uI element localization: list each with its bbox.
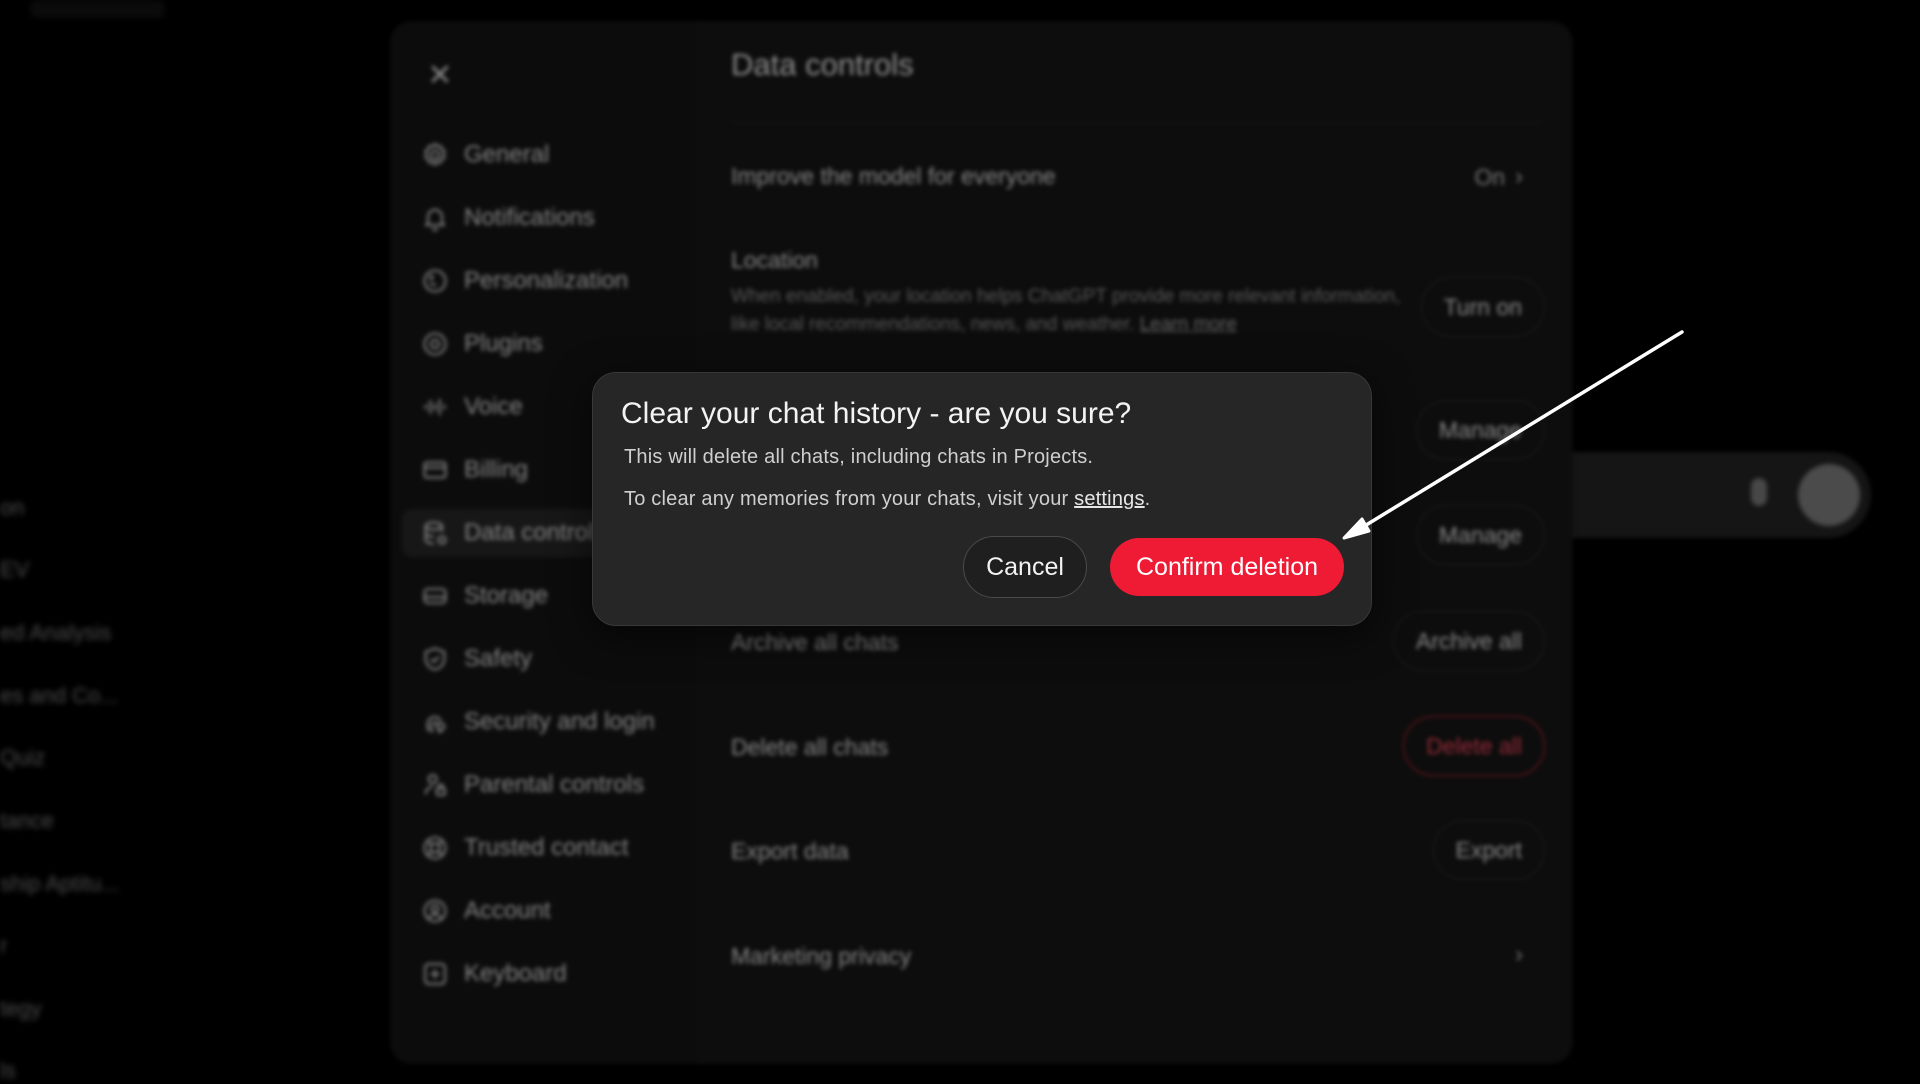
improve-model-toggle[interactable]: On ›: [1474, 163, 1523, 191]
credit-card-icon: [420, 455, 450, 485]
chevron-right-icon: ›: [1515, 163, 1523, 190]
location-label: Location: [731, 247, 818, 273]
panel-title: Data controls: [731, 47, 914, 82]
modal-memory-note: To clear any memories from your chats, v…: [624, 488, 1150, 511]
settings-link[interactable]: settings: [1074, 488, 1145, 510]
nav-item-label: Trusted contact: [464, 834, 629, 861]
voice-mode-button[interactable]: [1798, 464, 1860, 526]
confirm-deletion-button[interactable]: Confirm deletion: [1110, 538, 1344, 596]
marketing-privacy-row[interactable]: ›: [1515, 941, 1523, 969]
history-item[interactable]: tegy: [0, 996, 42, 1022]
modal-description: This will delete all chats, including ch…: [624, 446, 1094, 468]
chevron-right-icon: ›: [1515, 941, 1523, 968]
nav-item-label: Voice: [464, 393, 523, 420]
nav-item-label: Account: [464, 897, 551, 924]
nav-item-label: Personalization: [464, 267, 629, 294]
improve-model-value: On: [1474, 163, 1505, 190]
nav-item-parental-controls[interactable]: Parental controls: [402, 761, 686, 809]
history-item[interactable]: tance: [0, 808, 54, 834]
fingerprint-icon: [420, 707, 450, 737]
learn-more-link[interactable]: Learn more: [1140, 314, 1237, 335]
modal-title: Clear your chat history - are you sure?: [621, 397, 1132, 430]
archive-all-button[interactable]: Archive all: [1392, 611, 1545, 671]
export-button[interactable]: Export: [1432, 820, 1545, 880]
nav-item-plugins[interactable]: Plugins: [402, 320, 686, 368]
location-description-text: When enabled, your location helps ChatGP…: [731, 286, 1401, 335]
microphone-icon[interactable]: [1751, 478, 1767, 506]
nav-item-label: Data controls: [464, 519, 606, 546]
background-sidebar-header: [30, 0, 165, 18]
nav-item-general[interactable]: General: [402, 131, 686, 179]
nav-item-notifications[interactable]: Notifications: [402, 194, 686, 242]
storage-icon: [420, 581, 450, 611]
bell-icon: [420, 203, 450, 233]
nav-item-trusted-contact[interactable]: Trusted contact: [402, 824, 686, 872]
history-item[interactable]: ed Analysis: [0, 620, 111, 646]
marketing-privacy-label: Marketing privacy: [731, 943, 912, 969]
nav-item-label: General: [464, 141, 550, 168]
voice-waveform-icon: [420, 392, 450, 422]
nav-item-label: Plugins: [464, 330, 543, 357]
export-data-label: Export data: [731, 838, 849, 864]
nav-item-label: Security and login: [464, 708, 655, 735]
shield-icon: [420, 644, 450, 674]
personalization-icon: [420, 266, 450, 296]
history-item[interactable]: ship Aptitu...: [0, 871, 120, 897]
clear-history-modal: Clear your chat history - are you sure? …: [592, 372, 1372, 626]
database-icon: [420, 518, 450, 548]
cancel-button[interactable]: Cancel: [963, 536, 1087, 598]
nav-item-personalization[interactable]: Personalization: [402, 257, 686, 305]
parental-icon: [420, 770, 450, 800]
nav-item-security[interactable]: Security and login: [402, 698, 686, 746]
history-item[interactable]: Quiz: [0, 745, 45, 771]
nav-item-label: Billing: [464, 456, 529, 483]
nav-item-safety[interactable]: Safety: [402, 635, 686, 683]
memory-note-text: To clear any memories from your chats, v…: [624, 488, 1075, 510]
archive-all-label: Archive all chats: [731, 629, 899, 655]
nav-item-label: Safety: [464, 645, 533, 672]
history-item[interactable]: r: [0, 933, 7, 959]
nav-item-keyboard[interactable]: Keyboard: [402, 950, 686, 998]
location-description: When enabled, your location helps ChatGP…: [731, 283, 1411, 339]
manage-button[interactable]: Manage: [1415, 505, 1545, 565]
lifebuoy-icon: [420, 833, 450, 863]
nav-item-label: Keyboard: [464, 960, 567, 987]
history-item[interactable]: ls: [0, 1058, 16, 1084]
background-history-sidebar: on EV ed Analysis es and Co... Quiz tanc…: [0, 0, 170, 1083]
nav-item-account[interactable]: Account: [402, 887, 686, 935]
gear-icon: [420, 140, 450, 170]
manage-button[interactable]: Manage: [1415, 400, 1545, 460]
user-circle-icon: [420, 896, 450, 926]
nav-item-label: Parental controls: [464, 771, 645, 798]
close-icon[interactable]: ✕: [412, 47, 468, 103]
improve-model-label: Improve the model for everyone: [731, 163, 1056, 189]
history-item[interactable]: es and Co...: [0, 683, 119, 709]
divider: [731, 122, 1543, 123]
nav-item-label: Notifications: [464, 204, 595, 231]
location-turn-on-button[interactable]: Turn on: [1420, 277, 1545, 337]
keyboard-icon: [420, 959, 450, 989]
history-item[interactable]: EV: [0, 557, 29, 583]
delete-all-button[interactable]: Delete all: [1403, 716, 1545, 776]
memory-note-suffix: .: [1144, 488, 1151, 510]
nav-item-label: Storage: [464, 582, 549, 609]
delete-all-label: Delete all chats: [731, 734, 889, 760]
history-item[interactable]: on: [0, 495, 24, 521]
background-composer: [1571, 452, 1871, 538]
plugins-icon: [420, 329, 450, 359]
